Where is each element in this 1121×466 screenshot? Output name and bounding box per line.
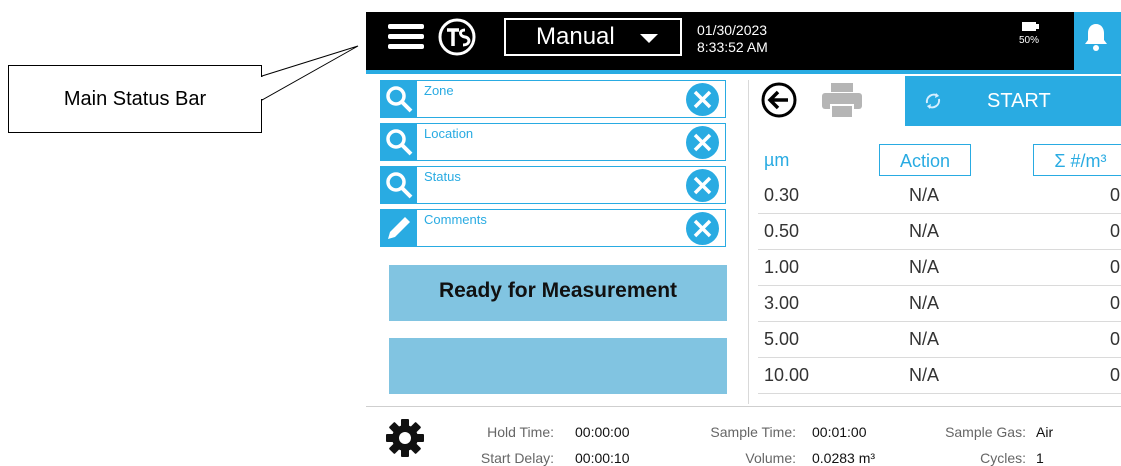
start-button[interactable]: START [905,76,1121,126]
action-cell: N/A [909,257,940,277]
zone-label: Zone [424,83,454,98]
action-cell: N/A [909,221,940,241]
start-delay-value: 00:00:10 [575,450,630,466]
column-header-size[interactable]: µm [764,144,789,176]
close-icon [693,133,712,152]
zone-clear-button[interactable] [686,83,719,116]
annotation-pointer [261,45,359,101]
status-bar-accent-line [366,70,1121,74]
battery-indicator: 50% [1009,22,1049,46]
status-clear-button[interactable] [686,169,719,202]
comments-label: Comments [424,212,487,227]
search-icon [381,124,417,160]
location-clear-button[interactable] [686,126,719,159]
comments-clear-button[interactable] [686,212,719,245]
cycles-label: Cycles: [980,450,1026,466]
datetime-display: 01/30/2023 8:33:52 AM [697,22,768,56]
table-row: 0.30 N/A 0 [758,178,1121,214]
count-cell: 0 [1110,257,1121,277]
count-cell: 0 [1110,365,1121,385]
close-icon [693,176,712,195]
sample-time-value: 00:01:00 [812,424,867,440]
start-label: START [987,90,1051,112]
sample-time-label: Sample Time: [710,424,796,440]
size-cell: 1.00 [764,257,800,277]
mode-dropdown[interactable]: Manual [504,18,682,56]
column-header-action[interactable]: Action [879,144,971,176]
back-arrow-icon[interactable] [760,81,798,119]
size-cell: 5.00 [764,329,800,349]
status-filter[interactable]: Status [380,166,726,204]
table-row: 0.50 N/A 0 [758,214,1121,250]
panel-divider [748,80,749,404]
main-status-bar: Manual 01/30/2023 8:33:52 AM 50% [366,12,1121,70]
action-cell: N/A [909,293,940,313]
battery-percent: 50% [1018,35,1039,46]
measurement-status-box: Ready for Measurement [389,265,727,321]
count-cell: 0 [1110,221,1121,241]
table-row: 10.00 N/A 0 [758,358,1121,394]
printer-icon[interactable] [820,81,864,121]
status-label: Status [424,169,461,184]
action-cell: N/A [909,365,940,385]
hamburger-menu-icon[interactable] [388,22,424,52]
comments-filter[interactable]: Comments [380,209,726,247]
table-row: 5.00 N/A 0 [758,322,1121,358]
footer-divider [366,406,1121,407]
chevron-down-icon [640,34,658,43]
search-icon [381,167,417,203]
volume-value: 0.0283 m³ [812,450,876,466]
size-cell: 3.00 [764,293,800,313]
search-icon [381,81,417,117]
volume-label: Volume: [745,450,796,466]
sample-gas-value: Air [1036,424,1054,440]
count-cell: 0 [1110,329,1121,349]
mode-label: Manual [536,23,615,50]
tsi-logo-icon [438,18,476,56]
size-cell: 10.00 [764,365,810,385]
start-delay-label: Start Delay: [480,450,554,466]
refresh-icon [925,93,941,109]
action-cell: N/A [909,185,940,205]
size-cell: 0.50 [764,221,800,241]
location-label: Location [424,126,474,141]
time-text: 8:33:52 AM [697,39,768,55]
battery-icon [1022,22,1039,31]
action-cell: N/A [909,329,940,349]
hold-time-value: 00:00:00 [575,424,630,440]
size-cell: 0.30 [764,185,800,205]
gear-icon[interactable] [384,417,426,459]
bell-icon [1085,24,1107,51]
table-row: 3.00 N/A 0 [758,286,1121,322]
close-icon [693,219,712,238]
sample-gas-label: Sample Gas: [945,424,1026,440]
secondary-status-box [389,338,727,394]
pencil-icon [381,210,417,246]
table-row: 1.00 N/A 0 [758,250,1121,286]
close-icon [693,90,712,109]
zone-filter[interactable]: Zone [380,80,726,118]
notifications-button[interactable] [1074,12,1121,70]
cycles-value: 1 [1036,450,1044,466]
device-screen: Manual 01/30/2023 8:33:52 AM 50% Zone Lo… [366,12,1121,466]
status-message: Ready for Measurement [438,279,678,302]
date-text: 01/30/2023 [697,22,768,38]
location-filter[interactable]: Location [380,123,726,161]
hold-time-label: Hold Time: [487,424,554,440]
count-cell: 0 [1110,185,1121,205]
count-cell: 0 [1110,293,1121,313]
column-header-count[interactable]: Σ #/m³ [1033,144,1121,176]
